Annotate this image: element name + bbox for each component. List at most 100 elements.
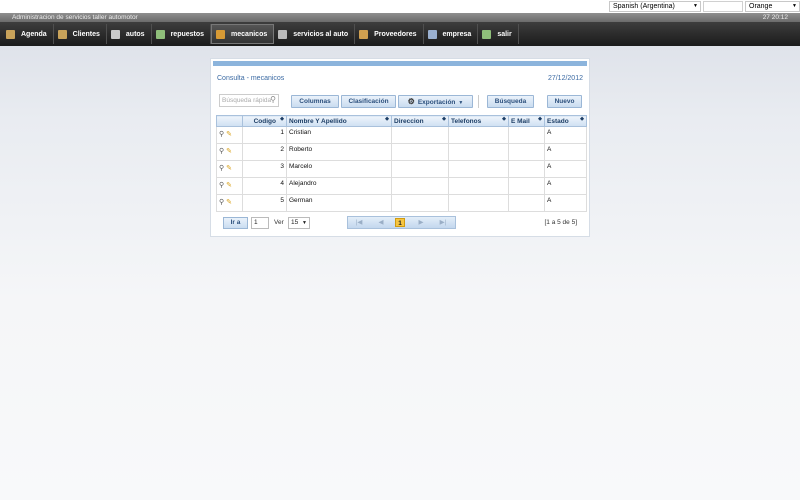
record-range: [1 a 5 de 5] — [544, 219, 577, 226]
cell-nombre: Marcelo — [286, 160, 392, 178]
cell-codigo: 5 — [242, 194, 287, 212]
cell-codigo: 4 — [242, 177, 287, 195]
nav-item-repuestos[interactable]: repuestos — [152, 24, 212, 44]
cell-estado: A — [544, 143, 587, 161]
cell-nombre: Roberto — [286, 143, 392, 161]
last-page-icon[interactable]: ▶| — [437, 217, 449, 228]
sort-button[interactable]: Clasificación — [341, 95, 396, 108]
columns-button[interactable]: Columnas — [291, 95, 339, 108]
row-actions: ⚲ ✎ — [216, 177, 243, 195]
nav-item-label: Clientes — [72, 30, 100, 38]
nav-item-label: empresa — [442, 30, 472, 38]
person-icon — [57, 29, 67, 39]
column-header-email[interactable]: E Mail ◆ — [508, 115, 545, 127]
table-header-row: Codigo ◆ Nombre Y Apellido ◆ Direccion ◆ Te… — [216, 115, 587, 127]
cell-codigo: 1 — [242, 126, 287, 144]
document-icon — [427, 29, 437, 39]
nav-item-autos[interactable]: autos — [107, 24, 152, 44]
cell-nombre: German — [286, 194, 392, 212]
pagination: |◀ ◀ 1 ▶ ▶| — [347, 216, 456, 229]
gear-icon — [155, 29, 165, 39]
prev-page-icon[interactable]: ◀ — [376, 217, 386, 228]
column-header-codigo[interactable]: Codigo ◆ — [242, 115, 287, 127]
chevron-down-icon: ▼ — [458, 100, 464, 106]
magnifier-icon[interactable]: ⚲ — [219, 198, 224, 206]
main-nav: Agenda Clientes autos repuestos mecanicos ser… — [0, 22, 800, 46]
sort-icon: ◆ — [580, 116, 584, 123]
blank-field[interactable] — [703, 1, 743, 12]
export-button[interactable]: ⚙ Exportación ▼ — [398, 95, 473, 108]
search-icon: ⚲ — [270, 95, 276, 104]
cell-email — [508, 194, 545, 212]
magnifier-icon[interactable]: ⚲ — [219, 181, 224, 189]
goto-page-button[interactable]: Ir a — [223, 217, 248, 229]
sort-icon: ◆ — [538, 116, 542, 123]
panel-header-bar — [213, 61, 587, 66]
magnifier-icon[interactable]: ⚲ — [219, 164, 224, 172]
pencil-icon[interactable]: ✎ — [226, 164, 232, 172]
cell-telefonos — [448, 143, 509, 161]
nav-item-label: repuestos — [170, 30, 205, 38]
header-label: Nombre Y Apellido — [289, 117, 347, 125]
cell-estado: A — [544, 194, 587, 212]
table-row[interactable]: ⚲ ✎ 5 German A — [216, 194, 587, 212]
pencil-icon[interactable]: ✎ — [226, 130, 232, 138]
row-actions: ⚲ ✎ — [216, 143, 243, 161]
magnifier-icon[interactable]: ⚲ — [219, 130, 224, 138]
column-header-direccion[interactable]: Direccion ◆ — [391, 115, 449, 127]
truck-icon — [359, 29, 369, 39]
table-row[interactable]: ⚲ ✎ 4 Alejandro A — [216, 177, 587, 195]
cell-direccion — [391, 194, 449, 212]
next-page-icon[interactable]: ▶ — [416, 217, 426, 228]
goto-page-input[interactable]: 1 — [251, 217, 269, 229]
column-header-estado[interactable]: Estado ◆ — [544, 115, 587, 127]
nav-item-empresa[interactable]: empresa — [424, 24, 479, 44]
table-row[interactable]: ⚲ ✎ 1 Cristian A — [216, 126, 587, 144]
page-size-select[interactable]: 15 ▼ — [288, 217, 310, 229]
nav-item-label: servicios al auto — [293, 30, 349, 38]
header-label: E Mail — [511, 117, 530, 125]
cell-email — [508, 143, 545, 161]
cell-telefonos — [448, 177, 509, 195]
current-page[interactable]: 1 — [395, 218, 405, 227]
nav-item-agenda[interactable]: Agenda — [2, 24, 54, 44]
sort-icon: ◆ — [385, 116, 389, 123]
nav-item-label: salir — [497, 30, 512, 38]
first-page-icon[interactable]: |◀ — [354, 217, 364, 228]
cell-codigo: 2 — [242, 143, 287, 161]
header-label: Codigo — [253, 117, 276, 125]
cell-telefonos — [448, 194, 509, 212]
language-select[interactable]: Spanish (Argentina) ▼ — [609, 1, 701, 12]
pencil-icon[interactable]: ✎ — [226, 147, 232, 155]
page-size-value: 15 — [291, 219, 299, 226]
panel-date: 27/12/2012 — [547, 75, 583, 82]
pencil-icon[interactable]: ✎ — [226, 198, 232, 206]
theme-select[interactable]: Orange ▼ — [745, 1, 800, 12]
cell-estado: A — [544, 177, 587, 195]
new-button[interactable]: Nuevo — [547, 95, 582, 108]
nav-item-clientes[interactable]: Clientes — [54, 24, 107, 44]
exit-icon — [482, 29, 492, 39]
table-row[interactable]: ⚲ ✎ 3 Marcelo A — [216, 160, 587, 178]
nav-item-proveedores[interactable]: Proveedores — [355, 24, 424, 44]
pencil-icon[interactable]: ✎ — [226, 181, 232, 189]
column-header-nombre[interactable]: Nombre Y Apellido ◆ — [286, 115, 392, 127]
app-title: Administracion de servicios taller autom… — [12, 14, 138, 21]
chevron-down-icon: ▼ — [693, 3, 698, 9]
magnifier-icon[interactable]: ⚲ — [219, 147, 224, 155]
cell-estado: A — [544, 126, 587, 144]
clock: 27 20:12 — [762, 14, 788, 21]
column-header-telefonos[interactable]: Telefonos ◆ — [448, 115, 509, 127]
cell-estado: A — [544, 160, 587, 178]
table-row[interactable]: ⚲ ✎ 2 Roberto A — [216, 143, 587, 161]
search-button[interactable]: Búsqueda — [487, 95, 534, 108]
theme-select-value: Orange — [749, 3, 773, 10]
cell-codigo: 3 — [242, 160, 287, 178]
nav-item-servicios-al-auto[interactable]: servicios al auto — [274, 24, 356, 44]
cell-telefonos — [448, 160, 509, 178]
header-label: Telefonos — [451, 117, 482, 125]
nav-item-salir[interactable]: salir — [478, 24, 519, 44]
nav-item-mecanicos[interactable]: mecanicos — [211, 24, 275, 44]
row-actions: ⚲ ✎ — [216, 126, 243, 144]
quick-search-input[interactable]: Búsqueda rápida ⚲ — [219, 94, 279, 107]
